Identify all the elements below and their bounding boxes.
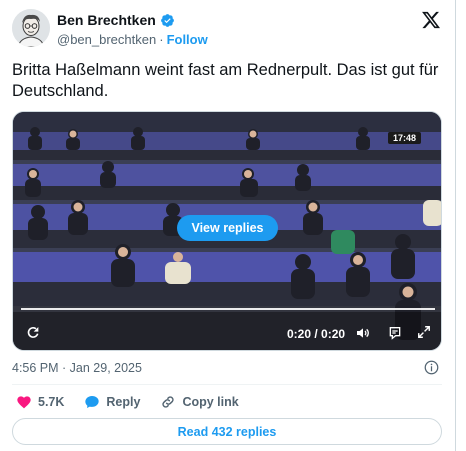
follow-button[interactable]: Follow xyxy=(167,32,208,47)
tweet-text: Britta Haßelmann weint fast am Rednerpul… xyxy=(12,61,439,100)
fullscreen-icon[interactable] xyxy=(417,325,431,339)
x-logo-icon[interactable] xyxy=(420,10,442,30)
action-bar: 5.7K Reply Copy link xyxy=(16,394,259,410)
heart-icon xyxy=(17,396,31,409)
tweet-timestamp[interactable]: 4:56 PM · Jan 29, 2025 xyxy=(12,361,142,375)
link-icon xyxy=(162,396,175,408)
info-icon[interactable] xyxy=(424,360,439,375)
captions-icon[interactable] xyxy=(387,325,403,341)
video-player[interactable]: 17:48 View replies 0:20 / 0:20 xyxy=(12,111,442,351)
copy-link-button[interactable]: Copy link xyxy=(160,394,239,410)
volume-icon[interactable] xyxy=(355,325,371,341)
replay-icon[interactable] xyxy=(25,325,41,341)
divider xyxy=(12,384,442,385)
avatar-image xyxy=(12,9,50,47)
like-button[interactable]: 5.7K xyxy=(16,394,64,410)
video-progress-bar[interactable] xyxy=(21,308,435,310)
reply-bubble-icon xyxy=(85,396,100,408)
video-time: 0:20 / 0:20 xyxy=(287,327,346,341)
verified-badge-icon xyxy=(160,13,174,27)
reply-button[interactable]: Reply xyxy=(84,394,140,410)
handle-separator: · xyxy=(159,32,164,47)
author-name-row: Ben Brechtken xyxy=(57,12,175,28)
author-handle[interactable]: @ben_brechtken xyxy=(57,32,156,47)
tweet-card: Ben Brechtken @ben_brechtken · Follow Br… xyxy=(0,0,456,451)
read-replies-button[interactable]: Read 432 replies xyxy=(12,418,442,445)
author-name[interactable]: Ben Brechtken xyxy=(57,12,156,28)
author-handle-row: @ben_brechtken · Follow xyxy=(57,32,208,47)
broadcast-clock: 17:48 xyxy=(387,132,421,144)
avatar[interactable] xyxy=(12,9,50,47)
view-replies-button[interactable]: View replies xyxy=(177,215,278,241)
like-count: 5.7K xyxy=(38,395,65,409)
copy-link-label: Copy link xyxy=(182,395,239,409)
reply-label: Reply xyxy=(106,395,141,409)
